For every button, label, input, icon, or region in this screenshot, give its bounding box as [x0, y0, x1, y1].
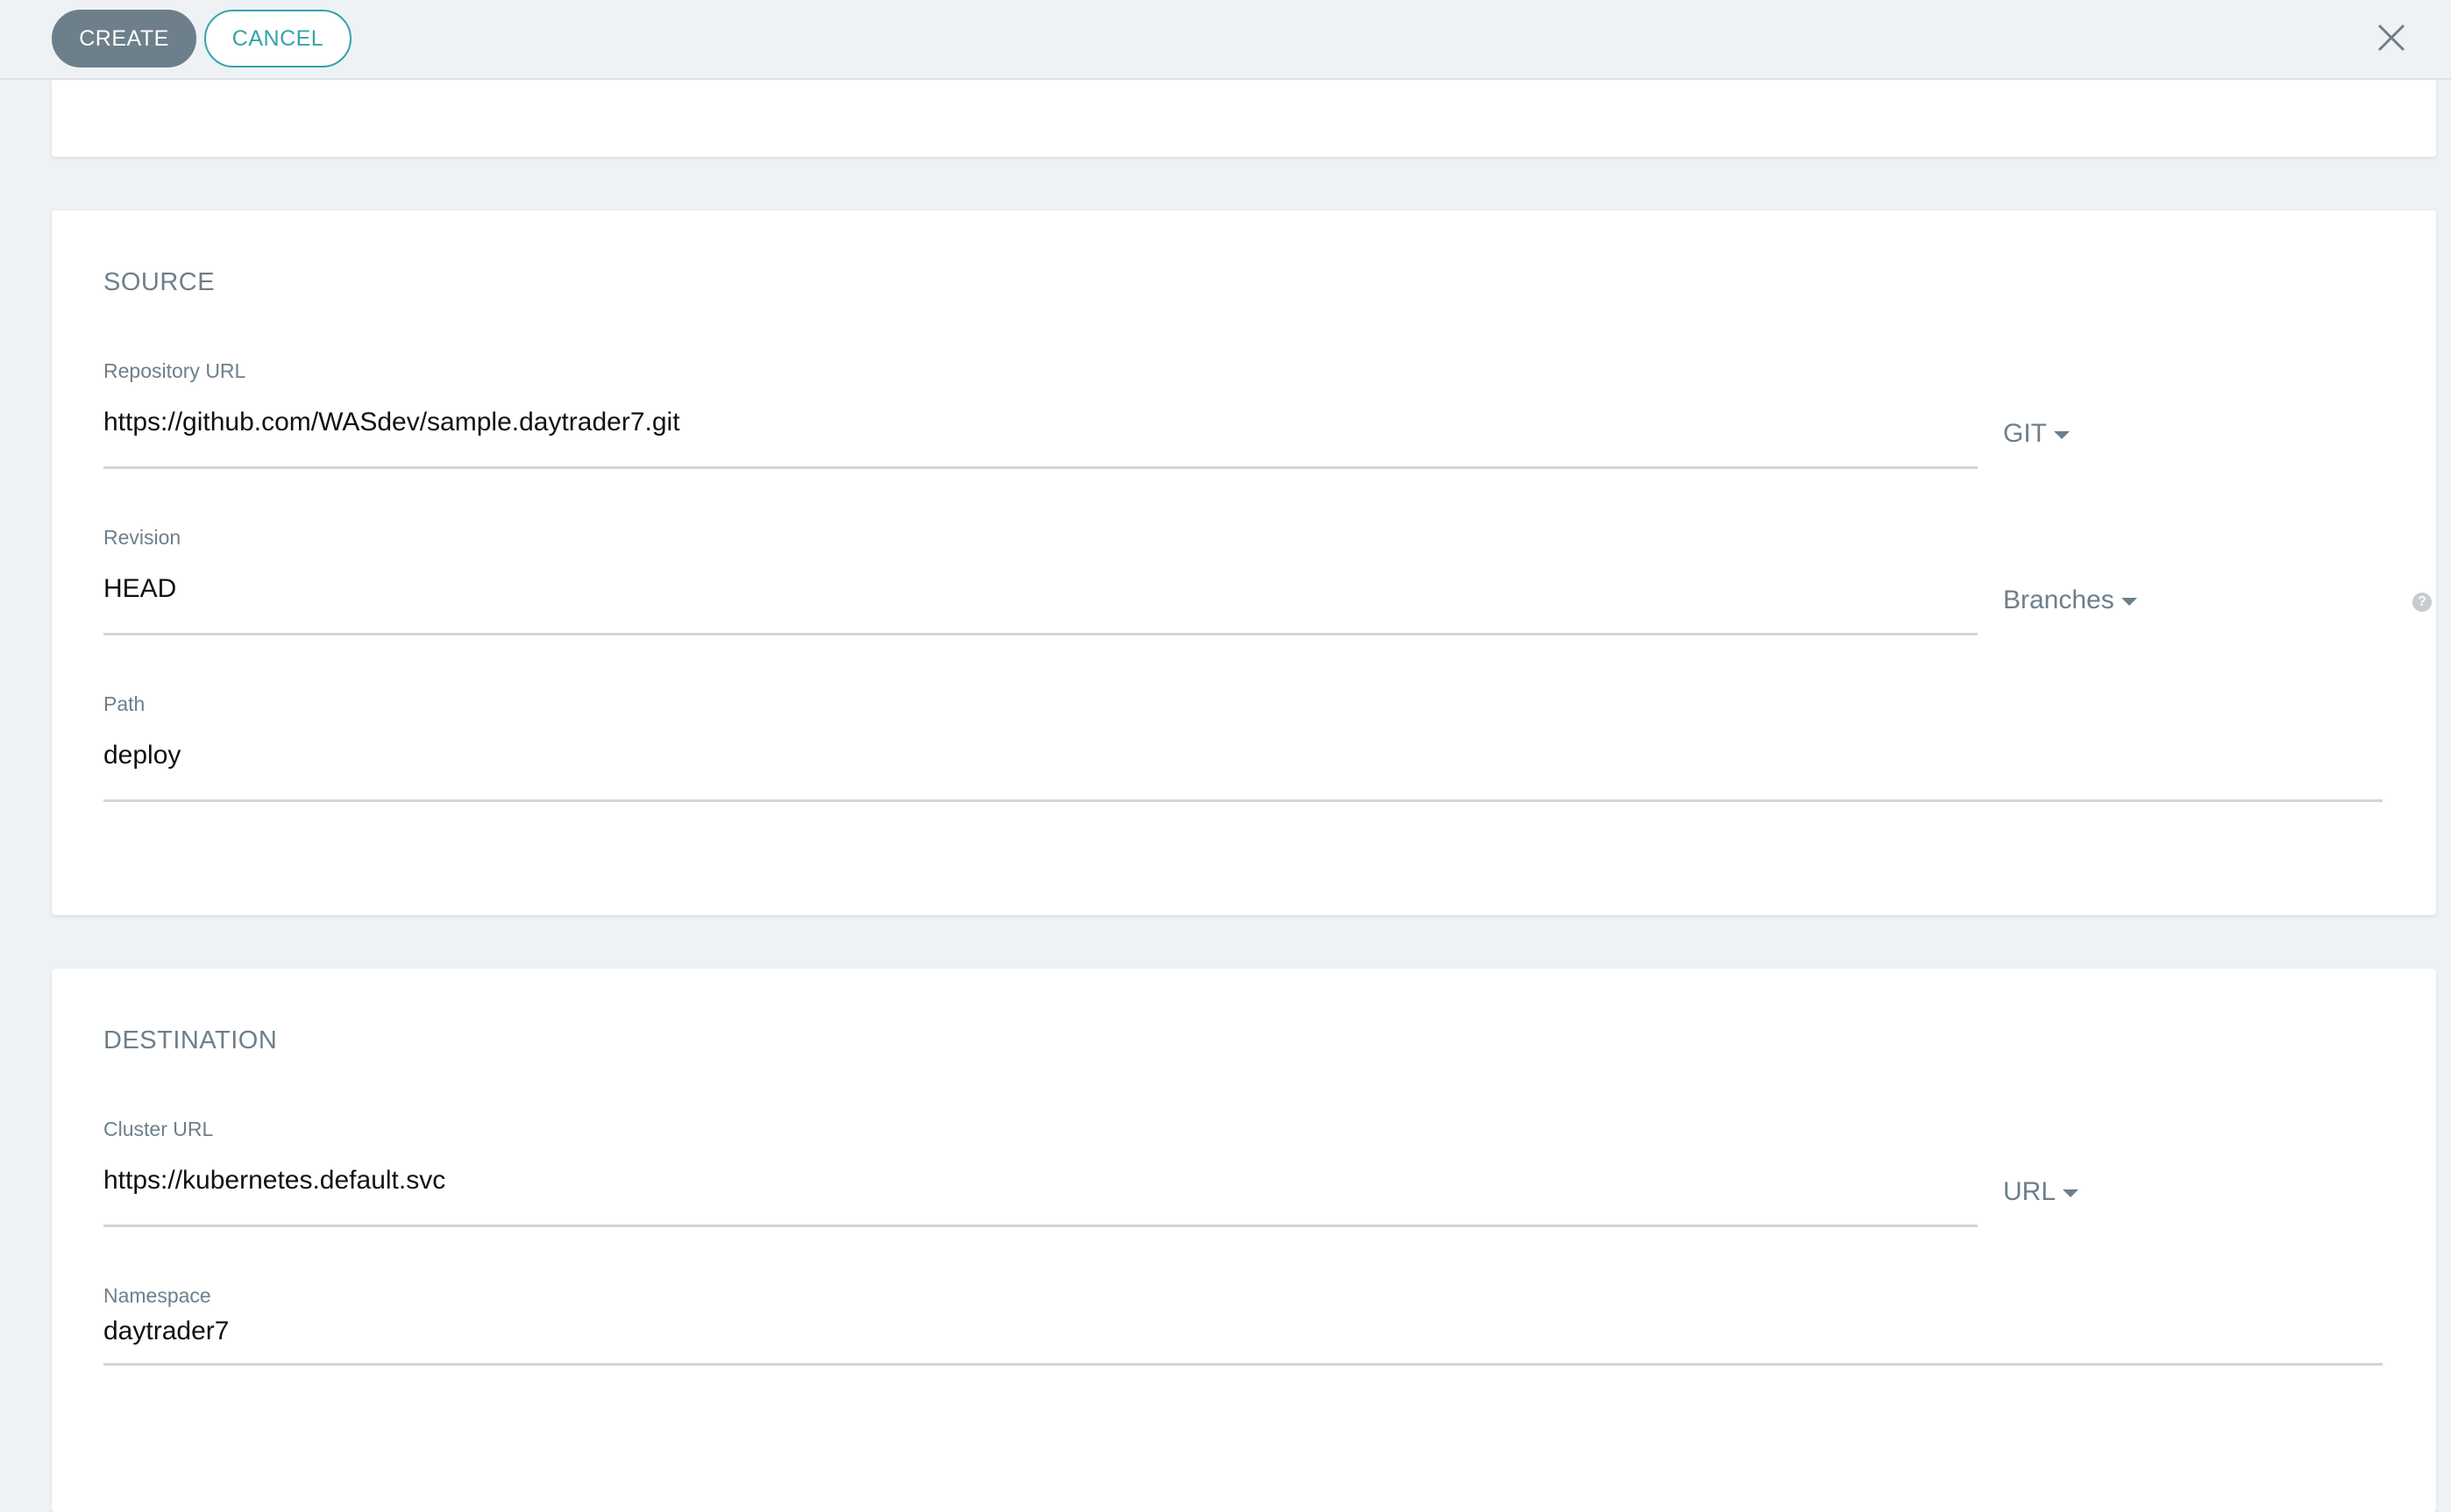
repository-url-input[interactable]: https://github.com/WASdev/sample.daytrad… — [103, 408, 680, 437]
source-card: SOURCE Repository URL https://github.com… — [52, 210, 2436, 915]
cluster-url-label: Cluster URL — [103, 1118, 214, 1140]
cluster-type-label: URL — [2003, 1177, 2057, 1206]
cancel-button[interactable]: CANCEL — [204, 10, 352, 67]
namespace-input[interactable]: daytrader7 — [103, 1317, 229, 1346]
repository-url-underline — [103, 466, 1978, 469]
namespace-label: Namespace — [103, 1284, 211, 1307]
repository-type-label: GIT — [2003, 419, 2047, 448]
revision-type-label: Branches — [2003, 586, 2114, 614]
create-button[interactable]: CREATE — [52, 10, 196, 67]
source-section-title: SOURCE — [103, 268, 216, 296]
general-card — [52, 80, 2436, 157]
cluster-type-dropdown[interactable]: URL — [2003, 1177, 2079, 1207]
help-icon[interactable]: ? — [2412, 593, 2432, 612]
revision-underline — [103, 633, 1978, 635]
destination-card: DESTINATION Cluster URL https://kubernet… — [52, 969, 2436, 1512]
caret-down-icon — [2054, 430, 2070, 439]
repository-type-dropdown[interactable]: GIT — [2003, 419, 2070, 449]
namespace-underline — [103, 1363, 2383, 1366]
revision-input[interactable]: HEAD — [103, 574, 176, 604]
repository-url-label: Repository URL — [103, 359, 246, 382]
destination-section-title: DESTINATION — [103, 1026, 278, 1054]
cluster-url-input[interactable]: https://kubernetes.default.svc — [103, 1166, 445, 1196]
revision-label: Revision — [103, 526, 181, 549]
cluster-url-underline — [103, 1225, 1978, 1227]
caret-down-icon — [2063, 1189, 2079, 1197]
path-underline — [103, 799, 2383, 802]
caret-down-icon — [2121, 597, 2137, 606]
path-input[interactable]: deploy — [103, 741, 181, 770]
top-toolbar: CREATE CANCEL — [0, 0, 2451, 80]
path-label: Path — [103, 692, 146, 715]
revision-type-dropdown[interactable]: Branches — [2003, 586, 2137, 615]
close-icon[interactable] — [2376, 22, 2407, 53]
